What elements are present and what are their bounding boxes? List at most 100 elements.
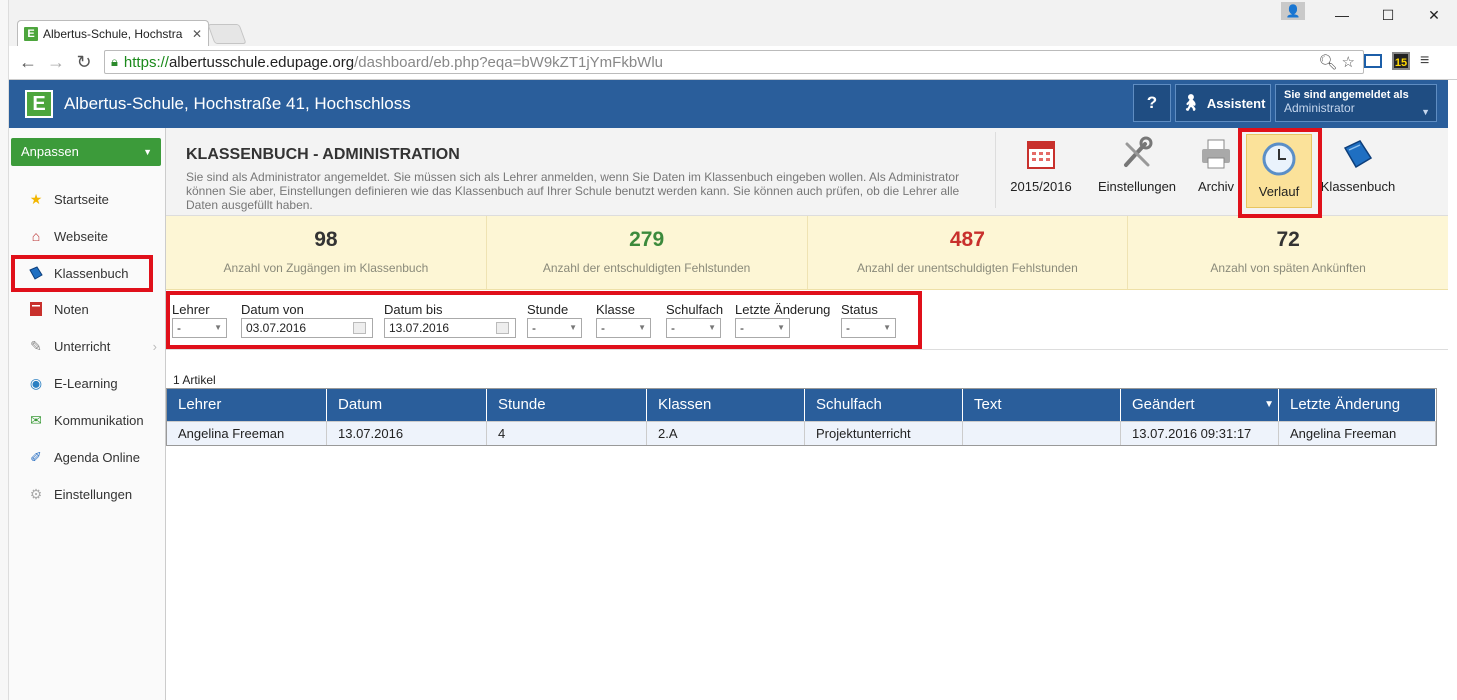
sidebar-item-noten[interactable]: Noten [9, 294, 165, 324]
extension-badge-icon[interactable]: 15 [1392, 52, 1410, 70]
sidebar-item-elearning[interactable]: ◉ E-Learning [9, 368, 165, 398]
classbook-label: Klassenbuch [1320, 179, 1396, 194]
stat-value: 279 [629, 228, 665, 251]
table-cell: 13.07.2016 [327, 422, 487, 445]
sidebar-item-agenda-online[interactable]: ✐ Agenda Online [9, 442, 165, 472]
column-header-klassen[interactable]: Klassen [647, 389, 805, 421]
new-tab-button[interactable] [207, 24, 247, 44]
settings-icon: ⚙ [29, 485, 43, 502]
edupage-favicon-icon: E [24, 26, 38, 41]
sidebar-item-einstellungen[interactable]: ⚙ Einstellungen [9, 479, 165, 509]
column-header-text[interactable]: Text [963, 389, 1121, 421]
edupage-logo-icon[interactable]: E [25, 90, 53, 118]
pen-icon: ✐ [30, 448, 42, 465]
url-scheme: https:// [123, 53, 169, 71]
assistant-label: Assistent [1206, 95, 1266, 111]
settings-button[interactable]: Einstellungen [1095, 136, 1179, 206]
table-cell: 4 [487, 422, 647, 445]
column-header-label: Geändert [1132, 396, 1195, 413]
stat-excused: 279 Anzahl der entschuldigten Fehlstunde… [487, 216, 808, 289]
sidebar-item-label: Einstellungen [54, 486, 133, 502]
browser-tab[interactable]: E Albertus-Schule, Hochstra ✕ [17, 20, 209, 46]
address-bar[interactable]: 🔒︎ https://albertusschule.edupage.org/da… [104, 50, 1364, 74]
sort-desc-icon: ▼ [1264, 399, 1274, 410]
table-header: Lehrer Datum Stunde Klassen Schulfach Te… [167, 389, 1436, 421]
tools-icon [1124, 136, 1153, 167]
communication-icon: ✉ [30, 411, 42, 428]
table-cell: 2.A [647, 422, 805, 445]
cast-icon[interactable] [1364, 54, 1382, 68]
back-icon[interactable]: ← [17, 52, 39, 73]
window-controls: — ☐ ✕ [1319, 0, 1457, 30]
browser-menu-icon[interactable]: ≡ [1420, 52, 1429, 70]
highlight-klassenbuch [11, 255, 153, 292]
anpassen-button[interactable]: Anpassen ▼ [11, 138, 161, 166]
bookmark-star-icon[interactable]: ☆ [1342, 54, 1355, 71]
extensions: 15 ≡ [1364, 52, 1429, 70]
close-window-icon[interactable]: ✕ [1411, 0, 1457, 30]
maximize-icon[interactable]: ☐ [1365, 0, 1411, 30]
column-header-lehrer[interactable]: Lehrer [167, 389, 327, 421]
column-header-geaendert[interactable]: Geändert ▼ [1121, 389, 1279, 421]
blue-book-icon [1343, 140, 1373, 169]
stat-label: Anzahl der unentschuldigten Fehlstunden [856, 261, 1078, 275]
browser-toolbar: ← → ↻ 🔒︎ https://albertusschule.edupage.… [9, 46, 1457, 80]
sidebar-item-label: Webseite [54, 228, 108, 244]
reload-icon[interactable]: ↻ [73, 52, 95, 73]
stat-value: 98 [314, 228, 338, 251]
column-header-letzte-aenderung[interactable]: Letzte Änderung [1279, 389, 1436, 421]
sidebar-item-label: Unterricht [54, 338, 111, 354]
column-header-schulfach[interactable]: Schulfach [805, 389, 963, 421]
minimize-icon[interactable]: — [1319, 0, 1365, 30]
assistant-button[interactable]: 🚶︎ Assistent [1175, 84, 1271, 122]
table-cell [963, 422, 1121, 445]
sidebar-item-label: Agenda Online [54, 449, 141, 465]
profile-icon[interactable]: 👤 [1281, 2, 1305, 20]
archive-button[interactable]: Archiv [1192, 136, 1240, 206]
table-row[interactable]: Angelina Freeman 13.07.2016 4 2.A Projek… [167, 421, 1436, 445]
teaching-icon: ✎ [30, 337, 42, 354]
stat-accesses: 98 Anzahl von Zugängen im Klassenbuch [166, 216, 487, 289]
stat-unexcused: 487 Anzahl der unentschuldigten Fehlstun… [808, 216, 1129, 289]
table-cell: Projektunterricht [805, 422, 963, 445]
stat-label: Anzahl von späten Ankünften [1210, 261, 1366, 275]
school-name[interactable]: Albertus-Schule, Hochstraße 41, Hochschl… [64, 94, 411, 114]
forward-icon[interactable]: → [45, 52, 67, 73]
background-window-edge [0, 0, 9, 700]
settings-label: Einstellungen [1097, 179, 1177, 194]
sidebar-item-label: E-Learning [54, 375, 118, 391]
highlight-verlauf [1238, 128, 1322, 218]
lock-icon: 🔒︎ [111, 54, 118, 69]
toolbar-divider [995, 132, 996, 208]
stat-label: Anzahl der entschuldigten Fehlstunden [542, 261, 751, 275]
login-dropdown[interactable]: Sie sind angemeldet als Administrator ▼ [1275, 84, 1437, 122]
sidebar-item-label: Noten [54, 301, 89, 317]
browser-chrome: E Albertus-Schule, Hochstra ✕ 👤 — ☐ ✕ ← … [0, 0, 1457, 80]
elearning-icon: ◉ [29, 374, 43, 391]
anpassen-label: Anpassen [21, 144, 79, 159]
history-table: Lehrer Datum Stunde Klassen Schulfach Te… [166, 388, 1437, 446]
house-icon: ⌂ [31, 228, 41, 244]
table-cell: Angelina Freeman [167, 422, 327, 445]
star-icon: ★ [29, 190, 43, 207]
sidebar-item-startseite[interactable]: ★ Startseite [9, 184, 165, 214]
sidebar-item-unterricht[interactable]: ✎ Unterricht › [9, 331, 165, 361]
sidebar-item-kommunikation[interactable]: ✉ Kommunikation [9, 405, 165, 435]
zoom-icon[interactable]: 🔍︎ [1318, 54, 1337, 71]
year-button[interactable]: 2015/2016 [1006, 136, 1076, 206]
help-button[interactable]: ? [1133, 84, 1171, 122]
calendar-icon [1027, 141, 1055, 169]
year-label: 2015/2016 [1010, 179, 1072, 194]
highlight-filters [166, 291, 922, 349]
chevron-down-icon: ▼ [1421, 107, 1430, 117]
column-header-datum[interactable]: Datum [327, 389, 487, 421]
column-header-stunde[interactable]: Stunde [487, 389, 647, 421]
stat-value: 487 [949, 228, 985, 251]
tab-title: Albertus-Schule, Hochstra [43, 26, 183, 41]
sidebar-item-label: Startseite [54, 191, 109, 207]
tab-close-icon[interactable]: ✕ [192, 27, 202, 41]
chevron-right-icon: › [152, 338, 157, 354]
classbook-button[interactable]: Klassenbuch [1318, 136, 1398, 206]
sidebar-item-label: Kommunikation [54, 412, 144, 428]
sidebar-item-webseite[interactable]: ⌂ Webseite [9, 221, 165, 251]
